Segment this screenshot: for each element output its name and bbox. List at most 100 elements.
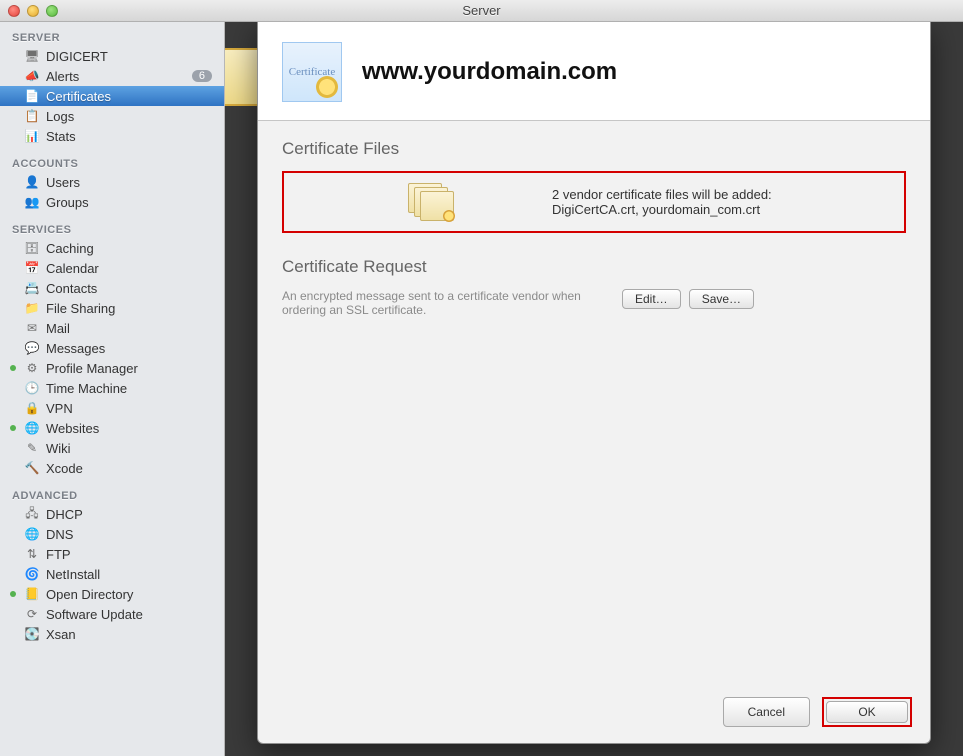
sidebar-section-header: ACCOUNTS <box>0 154 224 172</box>
sidebar-item-label: Users <box>46 175 216 190</box>
sidebar-item-file-sharing[interactable]: 📁 File Sharing <box>0 298 224 318</box>
netinstall-icon: 🌀 <box>24 567 40 581</box>
digicert-icon: 🖥 <box>24 49 40 63</box>
sheet-domain-title: www.yourdomain.com <box>362 58 617 86</box>
sidebar-item-label: Xcode <box>46 461 216 476</box>
zoom-window-button[interactable] <box>46 5 58 17</box>
sidebar-item-software-update[interactable]: ⟳ Software Update <box>0 604 224 624</box>
cancel-button[interactable]: Cancel <box>723 697 810 727</box>
sidebar-item-label: Software Update <box>46 607 216 622</box>
sidebar-item-time-machine[interactable]: 🕒 Time Machine <box>0 378 224 398</box>
time-machine-icon: 🕒 <box>24 381 40 395</box>
certificate-icon-label: Certificate <box>289 66 335 78</box>
contacts-icon: 📇 <box>24 281 40 295</box>
sidebar-item-stats[interactable]: 📊 Stats <box>0 126 224 146</box>
sidebar-item-label: DHCP <box>46 507 216 522</box>
close-window-button[interactable] <box>8 5 20 17</box>
software-update-icon: ⟳ <box>24 607 40 621</box>
sidebar-item-label: File Sharing <box>46 301 216 316</box>
sidebar-item-xsan[interactable]: 💽Xsan <box>0 624 224 644</box>
sidebar-item-ftp[interactable]: ⇅FTP <box>0 544 224 564</box>
dhcp-icon: 🖧 <box>24 504 40 525</box>
sidebar-item-contacts[interactable]: 📇 Contacts <box>0 278 224 298</box>
certificates-icon: 📄 <box>24 89 40 103</box>
titlebar: Server <box>0 0 963 22</box>
profile-manager-icon: ⚙ <box>24 361 40 375</box>
sidebar-item-label: Websites <box>46 421 216 436</box>
sidebar-section: SERVER 🖥 DIGICERT 📣Alerts6 📄 Certificates 📋 Log… <box>0 28 224 146</box>
sidebar: SERVER 🖥 DIGICERT 📣Alerts6 📄 Certificates 📋 Log… <box>0 22 225 756</box>
sidebar-section-header: ADVANCED <box>0 486 224 504</box>
certificate-files-heading: Certificate Files <box>282 139 906 159</box>
sidebar-item-label: NetInstall <box>46 567 216 582</box>
save-button[interactable]: Save… <box>689 289 754 309</box>
sheet-header: Certificate www.yourdomain.com <box>258 22 930 121</box>
messages-icon: 💬 <box>24 341 40 355</box>
sidebar-item-label: Profile Manager <box>46 361 216 376</box>
xcode-icon: 🔨 <box>24 461 40 475</box>
sidebar-section: ACCOUNTS 👤 Users 👥 Groups <box>0 154 224 212</box>
vpn-icon: 🔒 <box>24 401 40 415</box>
sidebar-item-label: Time Machine <box>46 381 216 396</box>
sidebar-item-profile-manager[interactable]: ⚙ Profile Manager <box>0 358 224 378</box>
sidebar-item-label: Caching <box>46 241 216 256</box>
window-controls <box>0 5 58 17</box>
caching-icon: 🗄 <box>24 241 40 255</box>
sidebar-item-label: Groups <box>46 195 216 210</box>
sidebar-item-label: Certificates <box>46 89 216 104</box>
file-sharing-icon: 📁 <box>24 301 40 315</box>
sidebar-item-dhcp[interactable]: 🖧 DHCP <box>0 504 224 524</box>
certificate-files-line1: 2 vendor certificate files will be added… <box>552 187 772 202</box>
sidebar-item-dns[interactable]: 🌐DNS <box>0 524 224 544</box>
sidebar-item-label: DNS <box>46 527 216 542</box>
body-area: SERVER 🖥 DIGICERT 📣Alerts6 📄 Certificates 📋 Log… <box>0 22 963 756</box>
sidebar-item-label: Open Directory <box>46 587 216 602</box>
ok-button[interactable]: OK <box>826 701 908 723</box>
certificate-request-heading: Certificate Request <box>282 257 906 277</box>
count-badge: 6 <box>192 70 212 82</box>
status-dot-icon <box>10 365 16 371</box>
sidebar-item-logs[interactable]: 📋 Logs <box>0 106 224 126</box>
certificate-files-icon <box>408 183 452 221</box>
certificate-request-section: Certificate Request An encrypted message… <box>282 257 906 317</box>
sidebar-item-alerts[interactable]: 📣Alerts6 <box>0 66 224 86</box>
sidebar-item-digicert[interactable]: 🖥 DIGICERT <box>0 46 224 66</box>
sidebar-item-label: Calendar <box>46 261 216 276</box>
sidebar-item-label: Wiki <box>46 441 216 456</box>
websites-icon: 🌐 <box>24 421 40 435</box>
sidebar-item-label: DIGICERT <box>46 49 216 64</box>
sidebar-item-websites[interactable]: 🌐 Websites <box>0 418 224 438</box>
sheet-body: Certificate Files 2 vendor certificate f… <box>258 121 930 685</box>
users-icon: 👤 <box>24 175 40 189</box>
sidebar-section: ADVANCED🖧 DHCP 🌐DNS⇅FTP 🌀 NetInstall 📒Open Di… <box>0 486 224 644</box>
logs-icon: 📋 <box>24 109 40 123</box>
sidebar-item-label: Contacts <box>46 281 216 296</box>
sidebar-item-calendar[interactable]: 📅 Calendar <box>0 258 224 278</box>
certificate-request-description: An encrypted message sent to a certifica… <box>282 289 622 317</box>
sidebar-section-header: SERVICES <box>0 220 224 238</box>
sidebar-item-xcode[interactable]: 🔨 Xcode <box>0 458 224 478</box>
sidebar-item-label: Mail <box>46 321 216 336</box>
sheet-footer: Cancel OK <box>258 685 930 743</box>
alerts-icon: 📣 <box>24 69 40 83</box>
sidebar-item-messages[interactable]: 💬Messages <box>0 338 224 358</box>
sidebar-item-groups[interactable]: 👥 Groups <box>0 192 224 212</box>
sidebar-item-certificates[interactable]: 📄 Certificates <box>0 86 224 106</box>
calendar-icon: 📅 <box>24 261 40 275</box>
edit-button[interactable]: Edit… <box>622 289 681 309</box>
sidebar-item-open-directory[interactable]: 📒Open Directory <box>0 584 224 604</box>
minimize-window-button[interactable] <box>27 5 39 17</box>
sidebar-item-label: VPN <box>46 401 216 416</box>
sidebar-item-label: Stats <box>46 129 216 144</box>
sidebar-item-netinstall[interactable]: 🌀 NetInstall <box>0 564 224 584</box>
sidebar-item-caching[interactable]: 🗄 Caching <box>0 238 224 258</box>
groups-icon: 👥 <box>24 195 40 209</box>
sidebar-item-label: Logs <box>46 109 216 124</box>
sidebar-item-users[interactable]: 👤 Users <box>0 172 224 192</box>
sidebar-item-mail[interactable]: ✉Mail <box>0 318 224 338</box>
stats-icon: 📊 <box>24 129 40 143</box>
server-window: Server SERVER 🖥 DIGICERT 📣Alerts6 📄 Certifica… <box>0 0 963 756</box>
sidebar-section-header: SERVER <box>0 28 224 46</box>
sidebar-item-vpn[interactable]: 🔒 VPN <box>0 398 224 418</box>
sidebar-item-wiki[interactable]: ✎Wiki <box>0 438 224 458</box>
